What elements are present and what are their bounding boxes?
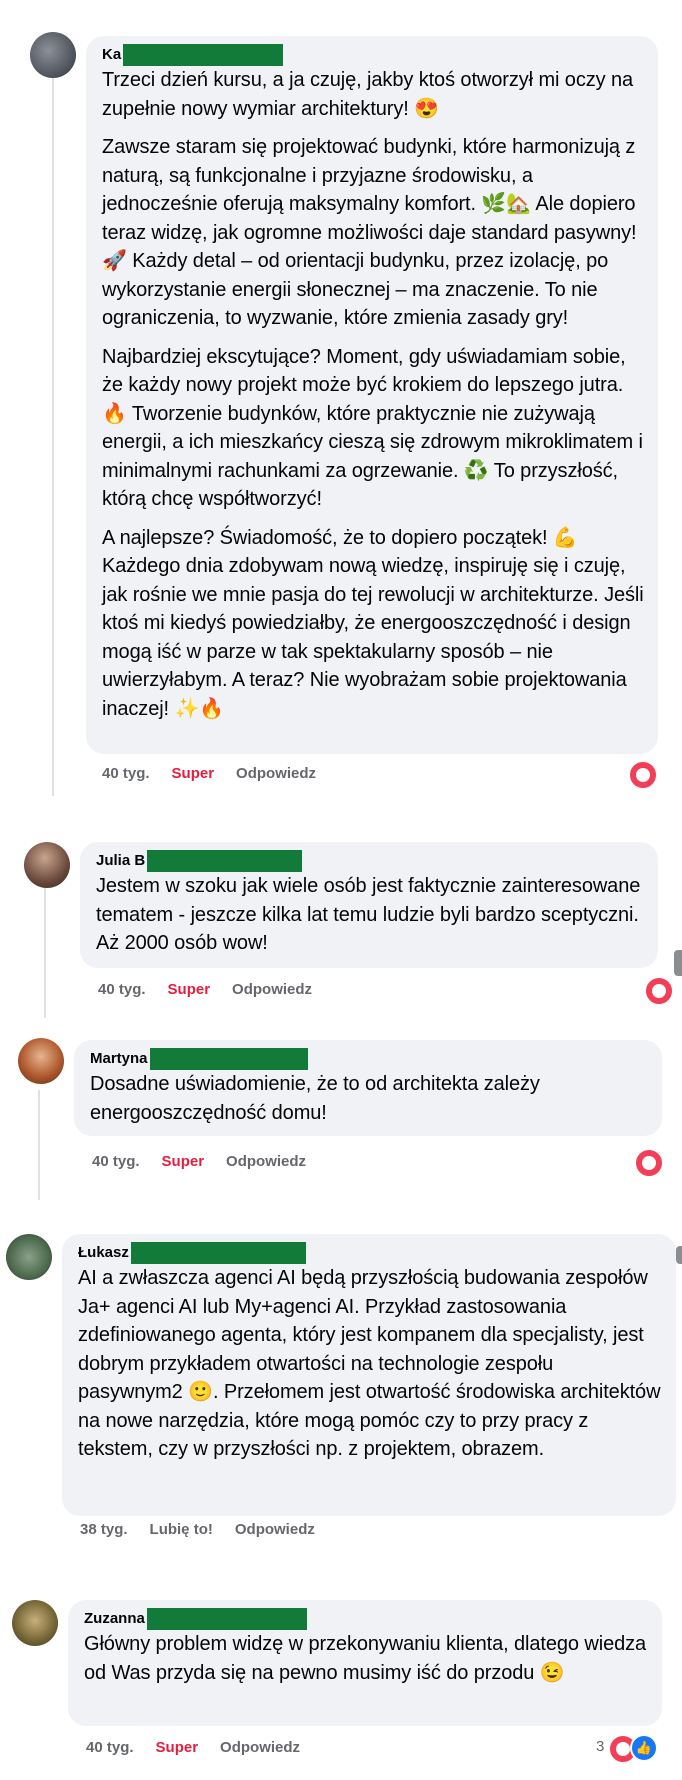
thread-line (38, 1090, 40, 1200)
comment-actions: 40 tyg. Super Odpowiedz (102, 764, 316, 784)
reaction-button[interactable]: Lubię to! (150, 1520, 213, 1540)
reply-button[interactable]: Odpowiedz (236, 764, 316, 784)
reaction-button[interactable]: Super (172, 764, 215, 784)
redaction-bar (130, 1242, 306, 1264)
reply-button[interactable]: Odpowiedz (226, 1152, 306, 1172)
comment-bubble: Łukasz AI a zwłaszcza agenci AI będą prz… (62, 1234, 676, 1516)
comment-text: Trzeci dzień kursu, a ja czuję, jakby kt… (102, 69, 634, 120)
comment-actions: 40 tyg. Super Odpowiedz (92, 1152, 306, 1172)
reply-button[interactable]: Odpowiedz (235, 1520, 315, 1540)
comment-timestamp[interactable]: 40 tyg. (86, 1738, 134, 1758)
avatar[interactable] (24, 842, 70, 888)
heart-reaction-icon[interactable] (634, 1148, 664, 1178)
avatar[interactable] (6, 1234, 52, 1280)
reaction-button[interactable]: Super (162, 1152, 205, 1172)
comment-text: Najbardziej ekscytujące? Moment, gdy uśw… (102, 345, 643, 511)
scroll-edge-icon (674, 950, 682, 976)
thread-line (52, 76, 54, 796)
reply-button[interactable]: Odpowiedz (232, 980, 312, 1000)
comment-text: Dosadne uświadomienie, że to od architek… (90, 1073, 540, 1124)
comment-author[interactable]: Martyna (90, 1048, 148, 1070)
comment-timestamp[interactable]: 40 tyg. (102, 764, 150, 784)
heart-reaction-icon[interactable] (628, 760, 658, 790)
redaction-bar (147, 850, 303, 872)
comment-actions: 40 tyg. Super Odpowiedz (98, 980, 312, 1000)
comment-author[interactable]: Zuzanna (84, 1608, 145, 1630)
avatar[interactable] (12, 1600, 58, 1646)
comment-timestamp[interactable]: 38 tyg. (80, 1520, 128, 1540)
comment-bubble: Martyna Dosadne uświadomienie, że to od … (74, 1040, 662, 1136)
scroll-edge-icon (676, 1246, 682, 1264)
comment-text: Zawsze staram się projektować budynki, k… (102, 136, 637, 329)
reaction-button[interactable]: Super (168, 980, 211, 1000)
reply-button[interactable]: Odpowiedz (220, 1738, 300, 1758)
comment-timestamp[interactable]: 40 tyg. (92, 1152, 140, 1172)
comment-timestamp[interactable]: 40 tyg. (98, 980, 146, 1000)
heart-reaction-icon[interactable] (644, 976, 674, 1006)
comment-author[interactable]: Łukasz (78, 1242, 129, 1264)
comment-text: Jestem w szoku jak wiele osób jest fakty… (96, 875, 641, 954)
reaction-count[interactable]: 3 (596, 1738, 604, 1755)
comment-text: AI a zwłaszcza agenci AI będą przyszłośc… (78, 1267, 661, 1460)
comment-text: Główny problem widzę w przekonywaniu kli… (84, 1633, 647, 1684)
redaction-bar (149, 1048, 308, 1070)
thread-line (44, 888, 46, 1018)
comment-author[interactable]: Ka (102, 44, 121, 66)
avatar[interactable] (18, 1038, 64, 1084)
comment-actions: 40 tyg. Super Odpowiedz (86, 1738, 300, 1758)
reaction-button[interactable]: Super (156, 1738, 199, 1758)
comment-text: A najlepsze? Świadomość, że to dopiero p… (102, 526, 644, 720)
comment-bubble: Julia B Jestem w szoku jak wiele osób je… (80, 842, 658, 968)
comment-bubble: Ka Trzeci dzień kursu, a ja czuję, jakby… (86, 36, 658, 754)
redaction-bar (146, 1608, 307, 1630)
redaction-bar (123, 44, 284, 66)
like-reaction-icon[interactable]: 👍 (630, 1734, 658, 1762)
comment-actions: 38 tyg. Lubię to! Odpowiedz (80, 1520, 315, 1540)
comment-author[interactable]: Julia B (96, 850, 145, 872)
comment-bubble: Zuzanna Główny problem widzę w przekonyw… (68, 1600, 662, 1726)
avatar[interactable] (30, 32, 76, 78)
